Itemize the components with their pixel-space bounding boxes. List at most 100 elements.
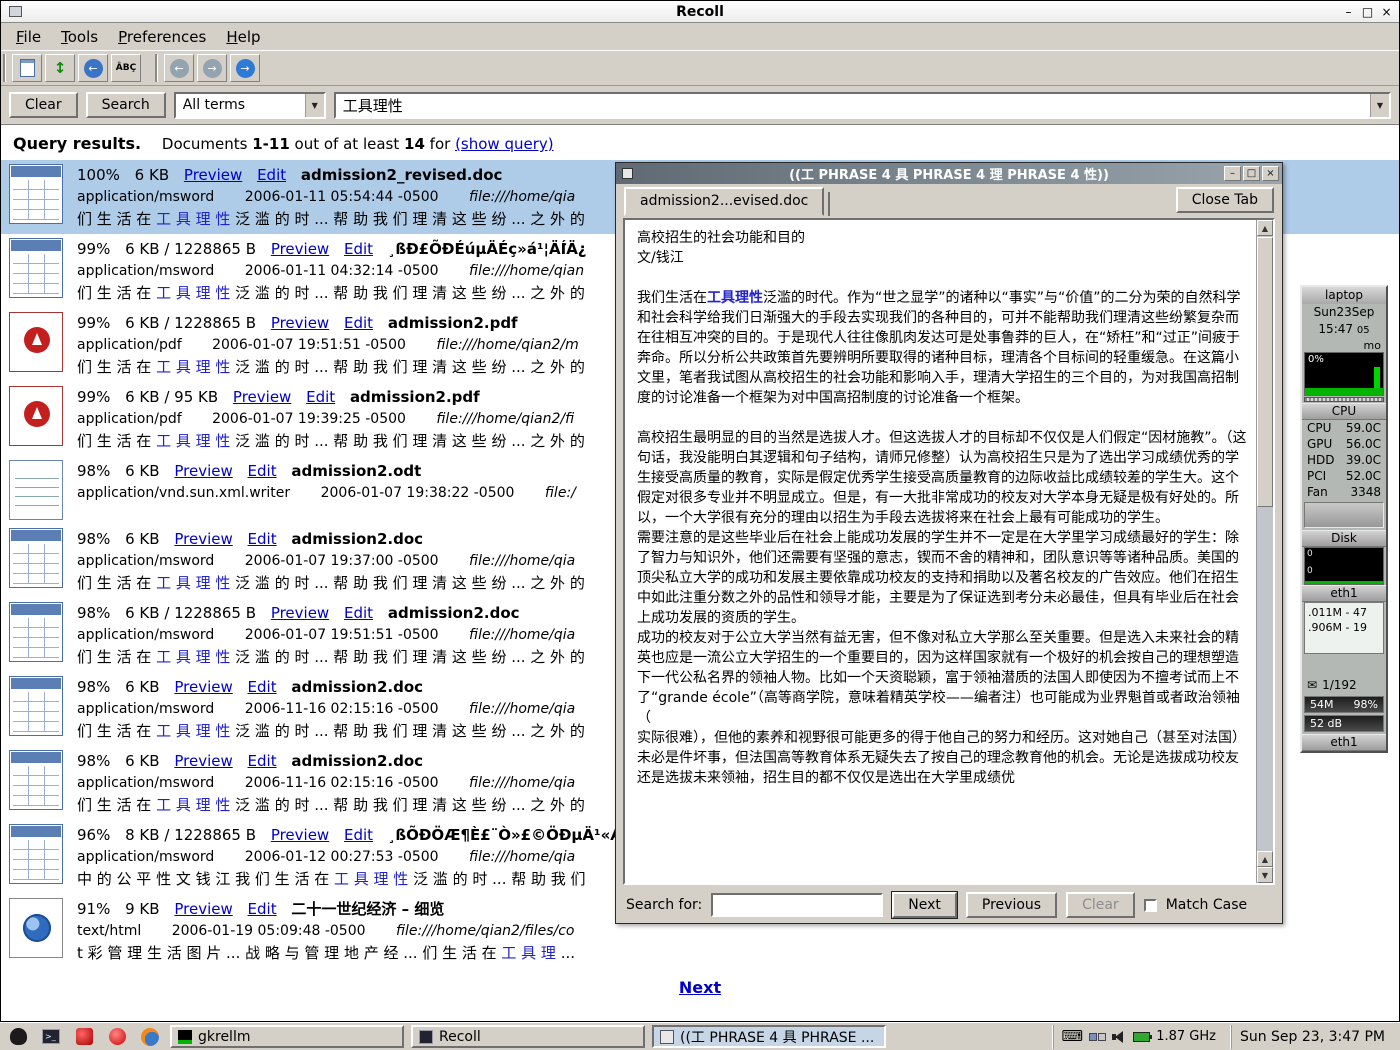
minimize-icon[interactable]: – <box>1224 166 1241 181</box>
result-title: admission2.doc <box>388 604 520 622</box>
result-title: admission2.odt <box>291 462 421 480</box>
result-preview-link[interactable]: Preview <box>174 752 232 770</box>
result-size: 6 KB / 1228865 B <box>125 314 256 332</box>
result-preview-link[interactable]: Preview <box>233 388 291 406</box>
network-section-label: eth1 <box>1302 585 1386 602</box>
result-edit-link[interactable]: Edit <box>248 462 277 480</box>
app-launcher-3[interactable] <box>71 1025 97 1049</box>
result-url: file:/ <box>545 485 576 501</box>
result-edit-link[interactable]: Edit <box>344 604 373 622</box>
result-edit-link[interactable]: Edit <box>257 166 286 184</box>
result-date: 2006-11-16 02:15:16 -0500 <box>245 775 439 791</box>
next-page-link[interactable]: Next <box>679 978 721 997</box>
taskbar-clock[interactable]: Sun Sep 23, 3:47 PM <box>1231 1025 1395 1049</box>
result-preview-link[interactable]: Preview <box>271 240 329 258</box>
close-tab-button[interactable]: Close Tab <box>1176 187 1274 213</box>
table-view-button[interactable] <box>12 54 42 82</box>
keyboard-icon[interactable]: ⌨ <box>1062 1029 1084 1044</box>
result-url: file:///home/qian2/files/co <box>396 923 575 939</box>
result-snippet-text: 泛 滥 的 时 ... 帮 助 我 们 理 清 这 些 纷 ... 之 外 的 <box>230 796 584 814</box>
result-snippet: 们 生 活 在 工 具 理 性 泛 滥 的 时 ... 帮 助 我 们 理 清 … <box>77 430 585 452</box>
result-snippet-text: 泛 滥 的 时 ... 帮 助 我 们 理 清 这 些 纷 ... 之 外 的 <box>230 432 584 450</box>
scroll-up-icon[interactable]: ▲ <box>1257 851 1273 867</box>
chevron-down-icon[interactable]: ▼ <box>305 94 324 117</box>
chevron-down-icon[interactable]: ▼ <box>1370 94 1389 117</box>
close-icon[interactable]: × <box>1377 3 1396 20</box>
sort-button[interactable]: ↕ <box>45 54 75 82</box>
result-date: 2006-01-07 19:51:51 -0500 <box>212 337 406 353</box>
scrollbar-thumb[interactable] <box>1257 237 1273 507</box>
search-mode-select[interactable]: All terms ▼ <box>174 92 326 119</box>
go-button[interactable]: → <box>230 54 260 82</box>
find-next-button[interactable]: Next <box>892 892 957 918</box>
doc-paragraph: 我们生活在工具理性泛滥的时代。作为“世之显学”的诸种以“事实”与“价值”的二分为… <box>637 288 1249 408</box>
close-icon[interactable]: × <box>1262 166 1279 181</box>
result-snippet-highlight: 工 具 理 <box>501 944 556 962</box>
preview-window-menu-icon[interactable] <box>622 168 633 179</box>
result-edit-link[interactable]: Edit <box>344 240 373 258</box>
result-edit-link[interactable]: Edit <box>248 900 277 918</box>
preview-text-area[interactable]: 高校招生的社会功能和目的 文/钱江 我们生活在工具理性泛滥的时代。作为“世之显学… <box>623 218 1275 885</box>
app-launcher-5[interactable] <box>137 1025 163 1049</box>
result-meta: application/vnd.sun.xml.writer 2006-01-0… <box>77 482 576 504</box>
query-input[interactable]: 工具理性 ▼ <box>334 92 1391 119</box>
show-query-link[interactable]: (show query) <box>455 135 554 153</box>
result-date: 2006-01-07 19:51:51 -0500 <box>245 627 439 643</box>
maximize-icon[interactable]: □ <box>1243 166 1260 181</box>
result-date: 2006-01-12 00:27:53 -0500 <box>245 849 439 865</box>
forward-icon: → <box>203 59 222 78</box>
clear-button[interactable]: Clear <box>9 92 78 118</box>
find-input[interactable] <box>711 893 883 917</box>
app-launcher-1[interactable] <box>5 1025 31 1049</box>
scroll-down-icon[interactable]: ▼ <box>1257 867 1273 883</box>
find-previous-button[interactable]: Previous <box>966 892 1057 918</box>
gkrellm-sensor-value: 39.0C <box>1346 452 1381 468</box>
result-preview-link[interactable]: Preview <box>271 314 329 332</box>
minimize-icon[interactable]: – <box>1339 3 1358 20</box>
preview-scrollbar[interactable]: ▲ ▲ ▼ <box>1256 220 1273 883</box>
back-button[interactable]: ← <box>164 54 194 82</box>
workspace-pager[interactable] <box>1089 1033 1106 1041</box>
term-explorer-button[interactable]: ÂBÇ <box>111 54 141 82</box>
file-type-icon <box>9 460 63 520</box>
result-preview-link[interactable]: Preview <box>174 462 232 480</box>
volume-icon[interactable] <box>1112 1030 1127 1043</box>
match-case-checkbox[interactable] <box>1144 899 1157 912</box>
result-edit-link[interactable]: Edit <box>248 678 277 696</box>
result-edit-link[interactable]: Edit <box>306 388 335 406</box>
cpu-usage-chart: 0% <box>1304 352 1384 396</box>
results-pagination: Next <box>1 978 1399 997</box>
taskbar-item-gkrellm[interactable]: gkrellm <box>170 1025 404 1048</box>
recoll-titlebar[interactable]: Recoll – □ × <box>1 1 1399 23</box>
battery-icon[interactable] <box>1133 1032 1150 1042</box>
result-edit-link[interactable]: Edit <box>248 752 277 770</box>
file-type-icon <box>9 386 63 446</box>
maximize-icon[interactable]: □ <box>1358 3 1377 20</box>
result-edit-link[interactable]: Edit <box>344 826 373 844</box>
search-button[interactable]: Search <box>86 92 166 118</box>
taskbar-item-recoll[interactable]: Recoll <box>411 1025 645 1048</box>
result-preview-link[interactable]: Preview <box>271 826 329 844</box>
menu-help[interactable]: Help <box>217 26 269 48</box>
results-range: 1-11 <box>252 135 290 153</box>
scroll-up-icon[interactable]: ▲ <box>1257 220 1273 236</box>
history-button[interactable]: ← <box>78 54 108 82</box>
menu-tools[interactable]: Tools <box>52 26 107 48</box>
result-preview-link[interactable]: Preview <box>184 166 242 184</box>
app-launcher-2[interactable]: >_ <box>38 1025 64 1049</box>
menu-preferences[interactable]: Preferences <box>109 26 215 48</box>
menu-file[interactable]: File <box>7 26 50 48</box>
find-clear-button[interactable]: Clear <box>1066 892 1135 918</box>
result-preview-link[interactable]: Preview <box>271 604 329 622</box>
forward-button[interactable]: → <box>197 54 227 82</box>
result-preview-link[interactable]: Preview <box>174 530 232 548</box>
result-edit-link[interactable]: Edit <box>344 314 373 332</box>
result-preview-link[interactable]: Preview <box>174 900 232 918</box>
app-launcher-4[interactable] <box>104 1025 130 1049</box>
result-edit-link[interactable]: Edit <box>248 530 277 548</box>
preview-titlebar[interactable]: ((工 PHRASE 4 具 PHRASE 4 理 PHRASE 4 性)) –… <box>616 163 1282 184</box>
taskbar-item-preview[interactable]: ((工 PHRASE 4 具 PHRASE ... <box>652 1025 886 1048</box>
preview-tab[interactable]: admission2...evised.doc <box>624 187 824 216</box>
result-preview-link[interactable]: Preview <box>174 678 232 696</box>
window-menu-icon[interactable] <box>9 6 22 17</box>
